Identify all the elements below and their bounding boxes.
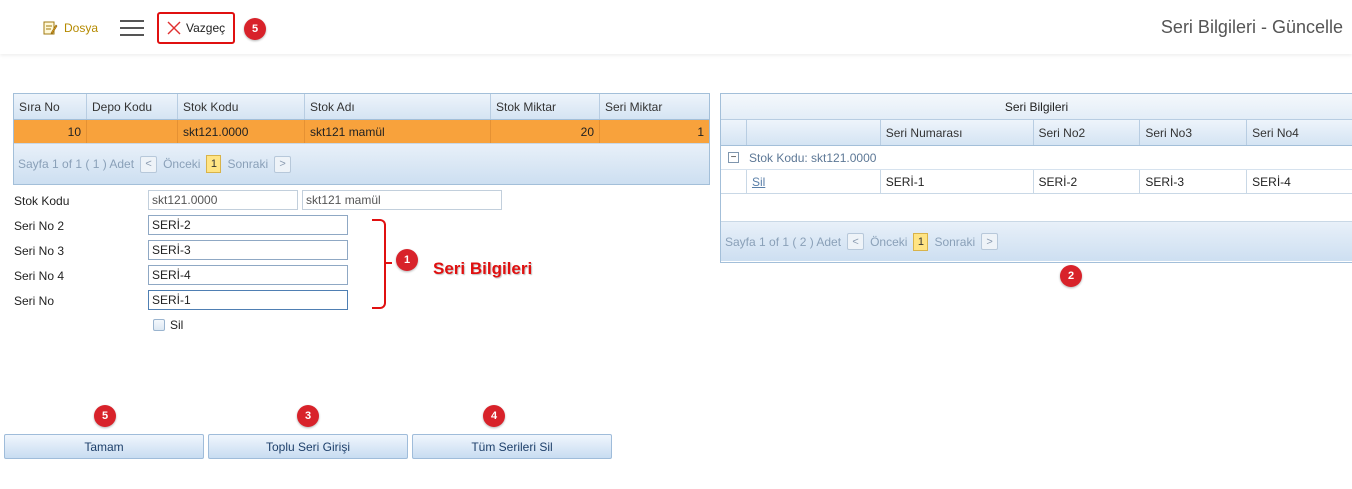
column-header[interactable]: Seri No2 — [1034, 120, 1141, 145]
seri-no4-field[interactable] — [148, 265, 348, 285]
cell-seri-no4: SERİ-4 — [1252, 175, 1291, 189]
close-x-icon — [167, 21, 181, 35]
column-header[interactable]: Stok Kodu — [178, 94, 305, 119]
cell-stok-kodu: skt121.0000 — [178, 120, 305, 143]
pager-text: Sayfa 1 of 1 ( 1 ) Adet — [18, 157, 135, 171]
pager-page-number[interactable]: 1 — [913, 232, 929, 251]
column-header — [721, 120, 747, 145]
stok-kodu-label: Stok Kodu — [14, 194, 70, 208]
cell-seri-numarasi: SERİ-1 — [881, 170, 1034, 193]
chevron-left-icon[interactable]: < — [847, 233, 865, 250]
annotation-badge: 5 — [244, 18, 266, 40]
seri-no2-label: Seri No 2 — [14, 219, 65, 233]
seri-no2-field[interactable] — [148, 215, 348, 235]
seri-no3-field[interactable] — [148, 240, 348, 260]
column-header[interactable]: Seri No4 — [1247, 120, 1352, 145]
column-header — [747, 120, 881, 145]
group-row[interactable]: − Stok Kodu: skt121.0000 — [721, 146, 1352, 170]
sil-link[interactable]: Sil — [752, 175, 765, 189]
group-label: Stok Kodu: skt121.0000 — [749, 150, 877, 165]
grid-empty-area — [721, 194, 1352, 222]
tum-serileri-sil-button[interactable]: Tüm Serileri Sil — [412, 434, 612, 459]
seri-no-field[interactable] — [148, 290, 348, 310]
column-header[interactable]: Seri Numarası — [881, 120, 1034, 145]
pager-next[interactable]: Sonraki — [227, 157, 268, 171]
stock-grid-header: Sıra No Depo Kodu Stok Kodu Stok Adı Sto… — [14, 94, 709, 120]
cell-action: Sil — [747, 170, 881, 193]
annotation-bracket-tip — [384, 262, 392, 264]
collapse-icon[interactable]: − — [728, 152, 739, 163]
seri-no-label: Seri No — [14, 294, 55, 308]
annotation-badge: 1 — [396, 249, 418, 271]
serial-grid-pager: Sayfa 1 of 1 ( 2 ) Adet < Önceki 1 Sonra… — [721, 222, 1352, 261]
serial-grid-header: Seri Numarası Seri No2 Seri No3 Seri No4 — [721, 120, 1352, 146]
cell-seri-miktar: 1 — [697, 125, 704, 139]
tamam-button[interactable]: Tamam — [4, 434, 204, 459]
cell-stok-adi: skt121 mamül — [305, 120, 491, 143]
vazgec-label: Vazgeç — [186, 21, 226, 35]
stock-grid: Sıra No Depo Kodu Stok Kodu Stok Adı Sto… — [13, 93, 710, 185]
cell-seri-no3: SERİ-3 — [1140, 170, 1248, 193]
serial-grid: Seri Bilgileri Seri Numarası Seri No2 Se… — [720, 93, 1352, 263]
vazgec-button[interactable]: Vazgeç — [157, 12, 235, 44]
cell-seri-no2: SERİ-2 — [1034, 170, 1141, 193]
cell-sira-no: 10 — [14, 120, 87, 143]
annotation-label: Seri Bilgileri — [433, 259, 533, 278]
sil-checkbox-label: Sil — [170, 318, 184, 332]
dosya-button[interactable]: Dosya — [42, 19, 98, 37]
stok-kodu-field[interactable] — [148, 190, 298, 210]
sil-checkbox[interactable]: Sil — [153, 318, 183, 332]
annotation-badge: 5 — [94, 405, 116, 427]
hamburger-menu-icon[interactable] — [120, 19, 144, 37]
seri-no4-label: Seri No 4 — [14, 269, 65, 283]
column-header[interactable]: Seri No3 — [1140, 120, 1248, 145]
cell-stok-miktar: 20 — [491, 120, 600, 143]
column-header[interactable]: Sıra No — [14, 94, 87, 119]
pager-next[interactable]: Sonraki — [934, 235, 975, 249]
annotation-badge: 3 — [297, 405, 319, 427]
table-row[interactable]: Sil SERİ-1 SERİ-2 SERİ-3 SERİ-4 — [721, 170, 1352, 194]
checkbox-box[interactable] — [153, 319, 165, 331]
pager-text: Sayfa 1 of 1 ( 2 ) Adet — [725, 234, 842, 249]
stock-grid-pager: Sayfa 1 of 1 ( 1 ) Adet < Önceki 1 Sonra… — [14, 144, 709, 184]
chevron-left-icon[interactable]: < — [140, 155, 158, 173]
pager-prev[interactable]: Önceki — [870, 235, 907, 249]
page-title: Seri Bilgileri - Güncelle — [1160, 17, 1343, 37]
seri-no3-label: Seri No 3 — [14, 244, 65, 258]
table-row[interactable]: 10 skt121.0000 skt121 mamül 20 1 — [14, 120, 709, 144]
chevron-right-icon[interactable]: > — [981, 233, 999, 250]
pager-prev[interactable]: Önceki — [163, 157, 200, 171]
cell-depo-kodu — [87, 120, 178, 143]
chevron-right-icon[interactable]: > — [274, 155, 292, 173]
column-header[interactable]: Seri Miktar — [600, 94, 709, 119]
annotation-bracket — [372, 219, 386, 309]
cell-spacer — [721, 170, 747, 193]
toplu-seri-girisi-button[interactable]: Toplu Seri Girişi — [208, 434, 408, 459]
annotation-badge: 2 — [1060, 265, 1082, 287]
dosya-label: Dosya — [64, 21, 99, 35]
pager-page-number[interactable]: 1 — [206, 155, 222, 173]
column-header[interactable]: Stok Adı — [305, 94, 491, 119]
column-header[interactable]: Stok Miktar — [491, 94, 600, 119]
stok-adi-field[interactable] — [302, 190, 502, 210]
column-header[interactable]: Depo Kodu — [87, 94, 178, 119]
top-toolbar: Dosya Vazgeç Seri Bilgileri - Güncelle — [0, 0, 1352, 54]
serial-grid-caption: Seri Bilgileri — [721, 94, 1352, 120]
annotation-badge: 4 — [483, 405, 505, 427]
edit-document-icon — [43, 21, 58, 35]
